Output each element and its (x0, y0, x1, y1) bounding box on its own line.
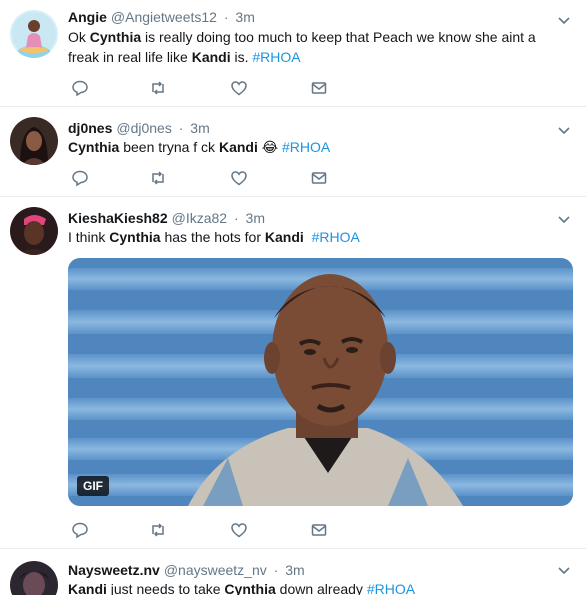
heart-icon[interactable] (230, 169, 248, 187)
tweet-header: Angie @Angietweets12 · 3m (68, 8, 255, 26)
avatar[interactable] (10, 561, 58, 595)
chevron-down-icon[interactable] (556, 12, 572, 28)
separator: · (178, 120, 184, 136)
timestamp[interactable]: 3m (246, 210, 265, 226)
chevron-down-icon[interactable] (556, 211, 572, 227)
timestamp[interactable]: 3m (235, 9, 254, 25)
tweet-header: Naysweetz.nv @naysweetz_nv · 3m (68, 561, 305, 579)
gif-media[interactable]: GIF (68, 258, 573, 506)
tweet-2[interactable]: dj0nes @dj0nes · 3m Cynthia been tryna f … (0, 107, 586, 197)
tweet-text: Ok Cynthia is really doing too much to k… (68, 27, 568, 67)
user-handle[interactable]: @Ikza82 (172, 210, 227, 226)
text-part: I think (68, 229, 110, 245)
separator: · (233, 210, 239, 226)
retweet-icon[interactable] (149, 521, 167, 539)
text-part (304, 229, 312, 245)
gif-badge: GIF (77, 476, 109, 496)
highlight-word: Cynthia (109, 229, 161, 245)
hashtag-link[interactable]: #RHOA (312, 229, 360, 245)
text-part: is. (230, 49, 253, 65)
retweet-icon[interactable] (149, 79, 167, 97)
highlight-word: Cynthia (89, 29, 142, 45)
heart-icon[interactable] (230, 79, 248, 97)
avatar[interactable] (10, 10, 58, 58)
display-name[interactable]: Naysweetz.nv (68, 562, 160, 578)
separator: · (223, 9, 229, 25)
timestamp[interactable]: 3m (285, 562, 304, 578)
hashtag-link[interactable]: #RHOA (252, 49, 300, 65)
hashtag-link[interactable]: #RHOA (282, 139, 330, 155)
retweet-icon[interactable] (149, 169, 167, 187)
display-name[interactable]: Angie (68, 9, 107, 25)
user-handle[interactable]: @dj0nes (116, 120, 171, 136)
highlight-word: Kandi (218, 139, 258, 155)
heart-icon[interactable] (230, 521, 248, 539)
gif-image (68, 258, 573, 506)
user-handle[interactable]: @Angietweets12 (111, 9, 217, 25)
highlight-word: Cynthia (68, 139, 120, 155)
tweet-text: Cynthia been tryna f ck Kandi 😂 #RHOA (68, 137, 568, 157)
avatar[interactable] (10, 207, 58, 255)
user-handle[interactable]: @naysweetz_nv (164, 562, 267, 578)
tweet-4[interactable]: Naysweetz.nv @naysweetz_nv · 3m Kandi jus… (0, 549, 586, 595)
text-part: has the hots for (160, 229, 265, 245)
chevron-down-icon[interactable] (556, 122, 572, 138)
tweet-header: dj0nes @dj0nes · 3m (68, 119, 210, 137)
highlight-word: Cynthia (224, 581, 276, 595)
reply-icon[interactable] (71, 79, 89, 97)
text-part: just needs to take (106, 581, 225, 595)
text-part: been tryna f ck (119, 139, 219, 155)
envelope-icon[interactable] (310, 79, 328, 97)
chevron-down-icon[interactable] (556, 562, 572, 578)
highlight-word: Kandi (264, 229, 304, 245)
tweet-1[interactable]: Angie @Angietweets12 · 3m Ok Cynthia is r… (0, 0, 586, 107)
separator: · (273, 562, 279, 578)
tweet-text: Kandi just needs to take Cynthia down al… (68, 579, 568, 595)
envelope-icon[interactable] (310, 169, 328, 187)
display-name[interactable]: KieshaKiesh82 (68, 210, 168, 226)
tweet-text: I think Cynthia has the hots for Kandi #… (68, 227, 568, 247)
reply-icon[interactable] (71, 521, 89, 539)
tweet-3[interactable]: KieshaKiesh82 @Ikza82 · 3m I think Cynthi… (0, 197, 586, 549)
envelope-icon[interactable] (310, 521, 328, 539)
timestamp[interactable]: 3m (190, 120, 209, 136)
hashtag-link[interactable]: #RHOA (367, 581, 415, 595)
text-part: 😂 (257, 139, 282, 155)
highlight-word: Kandi (68, 581, 107, 595)
text-part: down already (275, 581, 367, 595)
tweet-header: KieshaKiesh82 @Ikza82 · 3m (68, 209, 265, 227)
display-name[interactable]: dj0nes (68, 120, 112, 136)
reply-icon[interactable] (71, 169, 89, 187)
highlight-word: Kandi (191, 49, 231, 65)
text-part: Ok (68, 29, 90, 45)
avatar[interactable] (10, 117, 58, 165)
